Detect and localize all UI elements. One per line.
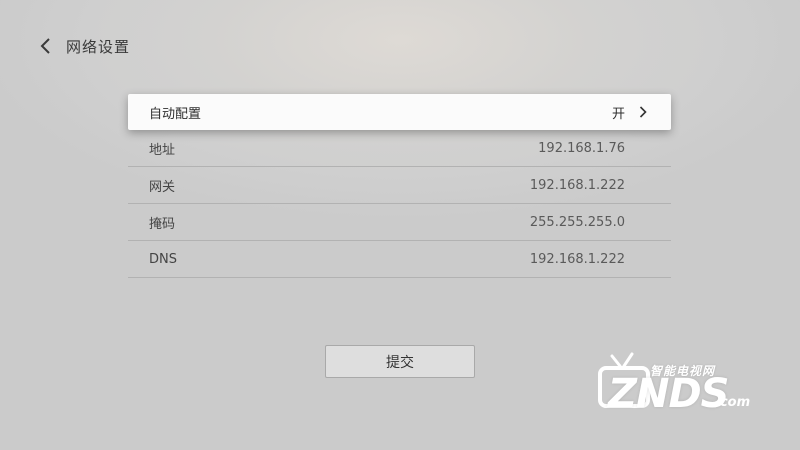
address-value: 192.168.1.76	[538, 140, 625, 156]
gateway-value: 192.168.1.222	[529, 177, 625, 193]
auto-config-label: 自动配置	[149, 106, 202, 122]
submit-button[interactable]: 提交	[325, 345, 475, 378]
network-settings-list: 自动配置 开 地址 192.168.1.76 网关 192.168.1.222 …	[128, 94, 671, 278]
auto-config-row[interactable]: 自动配置 开	[128, 94, 671, 130]
netmask-row[interactable]: 掩码 255.255.255.0	[128, 204, 671, 241]
chevron-left-icon[interactable]	[40, 33, 62, 59]
dns-value: 192.168.1.222	[529, 251, 625, 267]
gateway-row[interactable]: 网关 192.168.1.222	[128, 167, 671, 204]
header: 网络设置	[40, 33, 130, 59]
netmask-label: 掩码	[149, 216, 176, 232]
znds-watermark: 智能电视网 ZNDS .com	[588, 352, 763, 422]
address-label: 地址	[149, 142, 176, 158]
netmask-value: 255.255.255.0	[529, 214, 625, 230]
address-row[interactable]: 地址 192.168.1.76	[128, 130, 671, 167]
chevron-right-icon	[639, 105, 649, 119]
watermark-domain: .com	[715, 395, 751, 410]
gateway-label: 网关	[149, 179, 176, 195]
dns-label: DNS	[149, 251, 177, 267]
dns-row[interactable]: DNS 192.168.1.222	[128, 241, 671, 278]
page-title: 网络设置	[66, 37, 131, 56]
auto-config-value: 开	[611, 106, 625, 122]
watermark-brand: ZNDS	[608, 371, 729, 417]
